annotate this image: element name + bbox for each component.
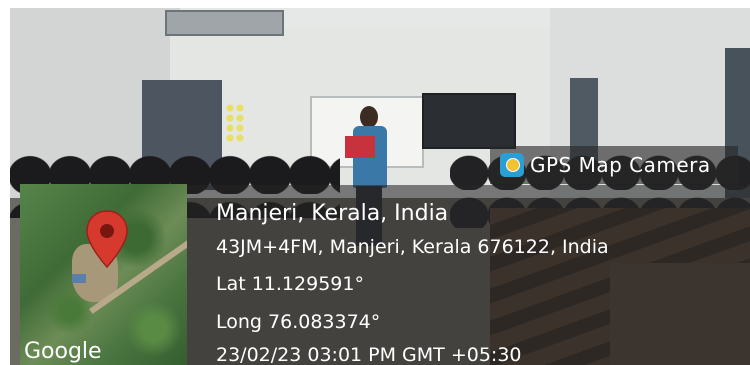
- datetime-line: 23/02/23 03:01 PM GMT +05:30: [216, 344, 522, 365]
- location-title: Manjeri, Kerala, India: [216, 201, 449, 226]
- gps-map-camera-icon: [500, 153, 524, 177]
- address-line: 43JM+4FM, Manjeri, Kerala 676122, India: [216, 236, 609, 258]
- satellite-map-thumbnail: Google: [20, 184, 187, 365]
- presenter-head: [360, 106, 378, 128]
- sticky-notes: [225, 103, 245, 143]
- latitude-line: Lat 11.129591°: [216, 273, 364, 295]
- location-pin-icon: [86, 210, 128, 269]
- google-logo: Google: [24, 339, 102, 364]
- map-building: [72, 274, 86, 283]
- photo-frame: GPS Map Camera Google Manjeri, Kerala, I…: [0, 0, 750, 365]
- gps-map-camera-badge: GPS Map Camera: [490, 146, 738, 184]
- top-window: [165, 10, 284, 36]
- wall-television: [422, 93, 516, 149]
- longitude-line: Long 76.083374°: [216, 311, 381, 333]
- presenter-red-folder: [345, 136, 375, 158]
- gps-app-label: GPS Map Camera: [530, 153, 711, 177]
